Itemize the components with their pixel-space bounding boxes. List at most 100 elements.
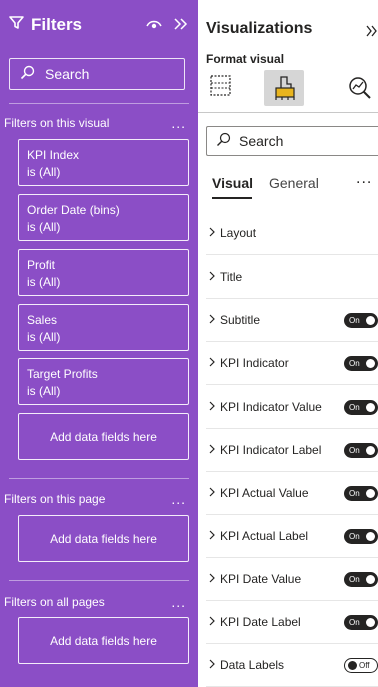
add-data-fields-visual[interactable]: Add data fields here [18,413,189,460]
section-filters-on-all-pages: Filters on all pages ... [4,594,190,610]
toggle-kpi-indicator-label[interactable]: On [344,443,378,458]
section-label: Filters on this visual [4,116,110,130]
toggle-knob [366,316,375,325]
section-filters-on-visual: Filters on this visual ... [4,115,190,131]
toggle-kpi-indicator-value[interactable]: On [344,400,378,415]
filter-card-kpi-index[interactable]: KPI Index is (All) [18,139,189,186]
filter-name: Target Profits [27,367,98,381]
visualizations-pane: Visualizations Format visual Search Visu… [198,0,378,687]
tab-general[interactable]: General [269,175,319,191]
card-label: Data Labels [220,658,285,672]
chevron-right-icon [209,658,215,672]
eye-icon[interactable] [146,18,162,30]
tab-visual[interactable]: Visual [212,175,253,191]
toggle-kpi-date-value[interactable]: On [344,572,378,587]
analytics-icon[interactable] [348,76,372,105]
card-kpi-indicator[interactable]: KPI Indicator On [206,342,378,385]
card-layout[interactable]: Layout [206,212,378,255]
card-label: KPI Indicator [220,356,289,370]
toggle-label: On [349,489,360,498]
card-label: KPI Indicator Value [220,400,322,414]
card-kpi-date-value[interactable]: KPI Date Value On [206,558,378,601]
more-options-icon[interactable]: ... [171,594,186,610]
card-title[interactable]: Title [206,256,378,299]
toggle-subtitle[interactable]: On [344,313,378,328]
filter-state: is (All) [27,330,61,344]
toggle-knob [366,618,375,627]
filter-name: Profit [27,258,56,272]
card-label: Title [220,270,243,284]
toggle-knob [366,532,375,541]
card-kpi-actual-value[interactable]: KPI Actual Value On [206,472,378,515]
toggle-kpi-actual-label[interactable]: On [344,529,378,544]
filter-name: Order Date (bins) [27,203,120,217]
toggle-label: On [349,618,360,627]
format-search-placeholder: Search [239,133,284,149]
more-options-icon[interactable]: ... [171,115,186,131]
chevron-right-icon [209,572,215,586]
filters-search-placeholder: Search [45,66,90,82]
filter-funnel-icon [9,15,24,35]
toggle-data-labels[interactable]: Off [344,658,378,673]
expand-pane-icon[interactable] [366,24,378,42]
card-kpi-date-label[interactable]: KPI Date Label On [206,601,378,644]
filters-title: Filters [31,15,83,34]
format-visual-label: Format visual [206,52,285,66]
filters-search-input[interactable]: Search [9,58,185,90]
format-search-input[interactable]: Search [206,126,378,156]
filter-card-target-profits[interactable]: Target Profits is (All) [18,358,189,405]
build-visual-icon[interactable] [210,73,232,104]
section-label: Filters on this page [4,492,106,506]
card-label: KPI Indicator Label [220,443,322,457]
chevron-right-icon [209,270,215,284]
toggle-label: On [349,575,360,584]
card-label: Layout [220,226,257,240]
chevron-right-icon [209,400,215,414]
section-label: Filters on all pages [4,595,105,609]
toggle-knob [366,403,375,412]
toggle-label: On [349,359,360,368]
add-data-fields-all-pages[interactable]: Add data fields here [18,617,189,664]
collapse-pane-icon[interactable] [174,18,188,30]
filter-state: is (All) [27,220,61,234]
card-kpi-indicator-value[interactable]: KPI Indicator Value On [206,386,378,429]
more-options-icon[interactable]: ... [171,491,186,507]
filter-card-order-date[interactable]: Order Date (bins) is (All) [18,194,189,241]
card-kpi-indicator-label[interactable]: KPI Indicator Label On [206,429,378,472]
card-kpi-actual-label[interactable]: KPI Actual Label On [206,515,378,558]
filter-state: is (All) [27,165,61,179]
search-icon [20,65,35,83]
filter-card-profit[interactable]: Profit is (All) [18,249,189,296]
chevron-right-icon [209,529,215,543]
card-data-labels[interactable]: Data Labels Off [206,644,378,687]
card-label: Subtitle [220,313,261,327]
chevron-right-icon [209,356,215,370]
filter-state: is (All) [27,275,61,289]
paintbrush-icon[interactable] [273,74,297,107]
toggle-label: Off [359,661,370,670]
divider [9,103,189,104]
tab-visual-underline [212,197,252,199]
card-label: KPI Date Value [220,572,302,586]
card-label: KPI Date Label [220,615,301,629]
toggle-kpi-actual-value[interactable]: On [344,486,378,501]
chevron-right-icon [209,313,215,327]
more-options-icon[interactable]: ... [356,170,372,188]
filters-pane: Filters Search Filters on this visual ..… [0,0,198,687]
toggle-knob [348,661,357,670]
toggle-kpi-date-label[interactable]: On [344,615,378,630]
toggle-label: On [349,446,360,455]
toggle-knob [366,489,375,498]
card-label: KPI Actual Value [220,486,309,500]
chevron-right-icon [209,615,215,629]
toggle-knob [366,446,375,455]
card-subtitle[interactable]: Subtitle On [206,299,378,342]
filter-card-sales[interactable]: Sales is (All) [18,304,189,351]
toggle-knob [366,359,375,368]
toggle-kpi-indicator[interactable]: On [344,356,378,371]
format-tabs-divider [198,112,378,113]
divider [9,580,189,581]
filters-header: Filters [0,0,198,50]
filter-state: is (All) [27,384,61,398]
add-data-fields-page[interactable]: Add data fields here [18,515,189,562]
